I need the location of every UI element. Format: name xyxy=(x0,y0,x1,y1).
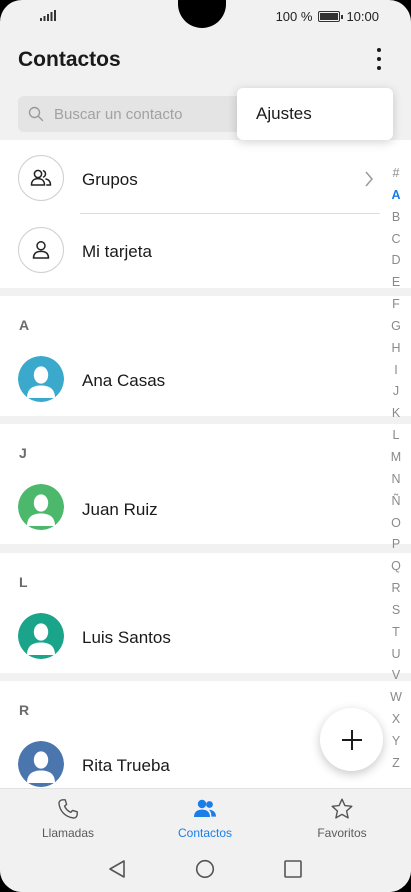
tab-llamadas[interactable]: Llamadas xyxy=(13,797,123,840)
app-bar: Contactos xyxy=(0,32,411,88)
divider xyxy=(80,213,380,214)
page-title: Contactos xyxy=(18,48,121,71)
index-letter[interactable]: H xyxy=(388,338,404,360)
section-letter: L xyxy=(19,574,28,590)
clock: 10:00 xyxy=(346,9,379,24)
index-letter[interactable]: G xyxy=(388,316,404,338)
index-letter[interactable]: O xyxy=(388,513,404,535)
chevron-right-icon xyxy=(365,171,373,187)
index-letter[interactable]: C xyxy=(388,229,404,251)
avatar xyxy=(18,484,64,530)
star-icon xyxy=(331,798,353,819)
battery-icon xyxy=(318,11,344,22)
group-icon xyxy=(18,155,64,201)
contact-name: Juan Ruiz xyxy=(82,500,158,519)
person-icon xyxy=(18,227,64,273)
section-letter: R xyxy=(19,702,30,718)
contact-row[interactable]: Luis Santos xyxy=(0,600,385,672)
index-letter[interactable]: W xyxy=(388,687,404,709)
index-letter[interactable]: # xyxy=(388,163,404,185)
index-letter[interactable]: E xyxy=(388,272,404,294)
phone-icon xyxy=(58,799,78,819)
recents-icon[interactable] xyxy=(284,860,302,878)
contact-row[interactable]: Ana Casas xyxy=(0,343,385,415)
index-letter[interactable]: P xyxy=(388,534,404,556)
avatar xyxy=(18,741,64,787)
contact-section-l: L Luis Santos xyxy=(0,553,411,673)
index-letter[interactable]: T xyxy=(388,622,404,644)
index-letter[interactable]: J xyxy=(388,381,404,403)
index-letter[interactable]: K xyxy=(388,403,404,425)
home-icon[interactable] xyxy=(195,859,215,879)
contact-section-a: A Ana Casas xyxy=(0,296,411,416)
avatar xyxy=(18,356,64,402)
groups-row[interactable]: Grupos xyxy=(0,142,385,214)
index-letter[interactable]: L xyxy=(388,425,404,447)
index-letter[interactable]: V xyxy=(388,665,404,687)
overflow-menu: Ajustes xyxy=(237,88,393,140)
index-letter[interactable]: D xyxy=(388,250,404,272)
tab-label: Favoritos xyxy=(317,826,367,840)
my-card-label: Mi tarjeta xyxy=(82,242,152,261)
menu-item-ajustes[interactable]: Ajustes xyxy=(256,104,312,124)
alphabet-index[interactable]: # A B C D E F G H I J K L M N Ñ O P Q R S T U V W X Y Z xyxy=(388,163,404,775)
index-letter[interactable]: B xyxy=(388,207,404,229)
index-letter[interactable]: Ñ xyxy=(388,491,404,513)
search-input[interactable]: Buscar un contacto xyxy=(18,96,248,132)
tab-label: Contactos xyxy=(177,826,233,840)
more-options-button[interactable] xyxy=(369,46,389,72)
avatar xyxy=(18,613,64,659)
index-letter[interactable]: A xyxy=(388,185,404,207)
bottom-navigation: Llamadas Contactos Favoritos xyxy=(0,788,411,846)
battery-percentage: 100 % xyxy=(275,9,313,24)
top-section: Grupos Mi tarjeta xyxy=(0,140,411,288)
contact-name: Ana Casas xyxy=(82,371,166,390)
avatar-silhouette-icon xyxy=(18,484,64,530)
index-letter[interactable]: R xyxy=(388,578,404,600)
index-letter[interactable]: Z xyxy=(388,753,404,775)
index-letter[interactable]: U xyxy=(388,644,404,666)
tab-favoritos[interactable]: Favoritos xyxy=(287,797,397,840)
index-letter[interactable]: X xyxy=(388,709,404,731)
contact-section-j: J Juan Ruiz xyxy=(0,424,411,544)
tab-label: Llamadas xyxy=(41,826,95,840)
avatar-silhouette-icon xyxy=(18,356,64,402)
index-letter[interactable]: I xyxy=(388,360,404,382)
index-letter[interactable]: M xyxy=(388,447,404,469)
contact-name: Luis Santos xyxy=(82,628,171,647)
signal-icon xyxy=(40,10,56,21)
back-icon[interactable] xyxy=(108,859,126,879)
tab-contactos[interactable]: Contactos xyxy=(150,797,260,840)
index-letter[interactable]: Q xyxy=(388,556,404,578)
contact-name: Rita Trueba xyxy=(82,756,170,775)
section-letter: A xyxy=(19,317,30,333)
index-letter[interactable]: F xyxy=(388,294,404,316)
phone-screen: 100 % 10:00 Contactos Buscar un contacto… xyxy=(0,0,411,892)
add-contact-button[interactable] xyxy=(320,708,383,771)
contact-row[interactable]: Juan Ruiz xyxy=(0,471,385,543)
my-card-row[interactable]: Mi tarjeta xyxy=(0,215,385,287)
system-navigation-bar xyxy=(0,846,411,892)
index-letter[interactable]: S xyxy=(388,600,404,622)
avatar-silhouette-icon xyxy=(18,613,64,659)
plus-icon xyxy=(341,729,362,750)
search-icon xyxy=(28,106,44,122)
more-vertical-icon xyxy=(377,48,381,52)
index-letter[interactable]: Y xyxy=(388,731,404,753)
avatar-silhouette-icon xyxy=(18,741,64,787)
section-letter: J xyxy=(19,445,27,461)
search-placeholder: Buscar un contacto xyxy=(54,105,183,123)
contacts-icon xyxy=(194,799,216,817)
groups-label: Grupos xyxy=(82,170,138,189)
index-letter[interactable]: N xyxy=(388,469,404,491)
